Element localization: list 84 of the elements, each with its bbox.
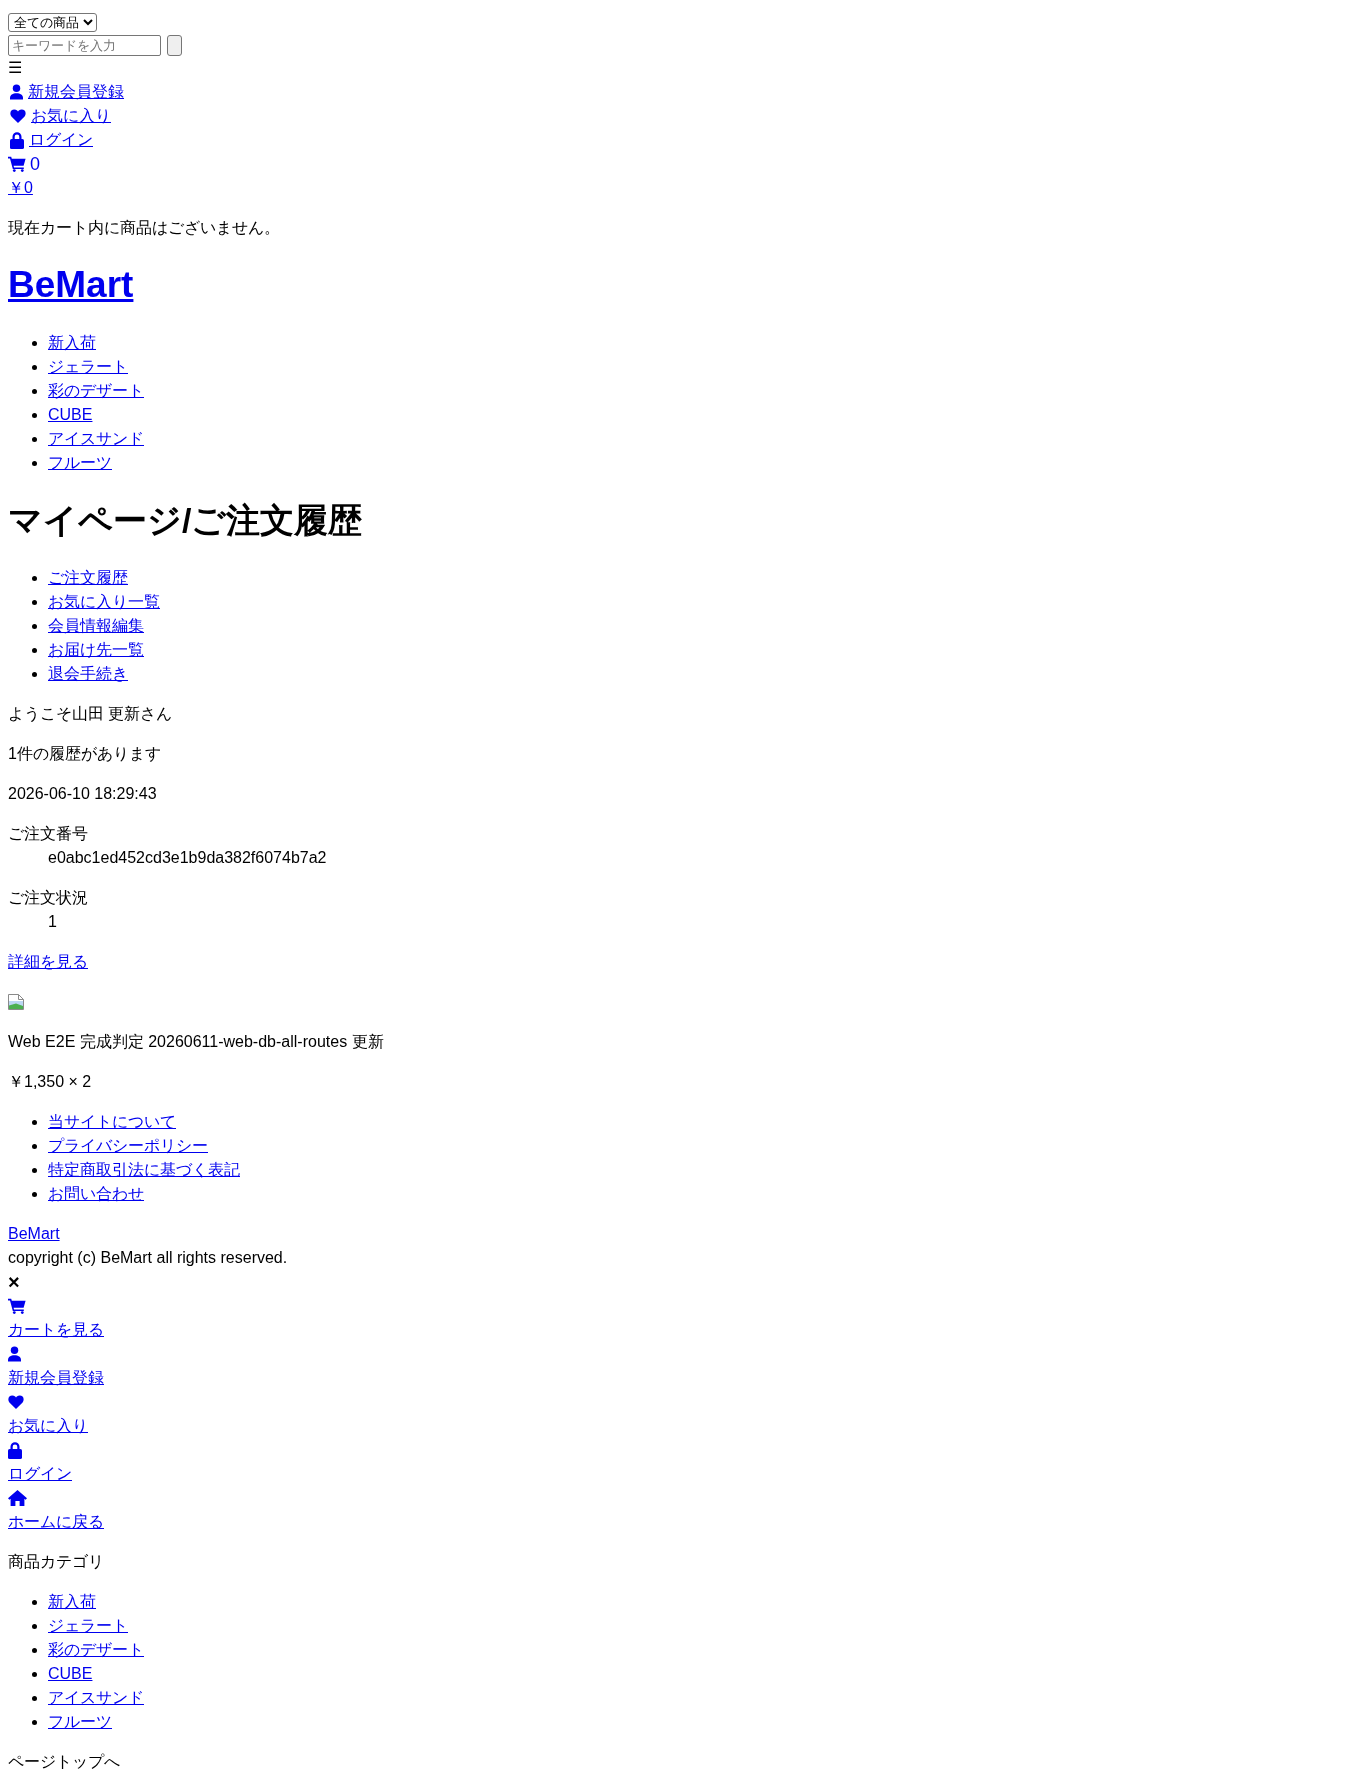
category-link[interactable]: CUBE <box>48 403 93 428</box>
bullet-icon <box>32 1671 37 1677</box>
lock-icon <box>8 1441 22 1459</box>
favorites-link[interactable]: お気に入り <box>8 1390 88 1439</box>
category-link[interactable]: 新入荷 <box>48 1590 96 1615</box>
order-detail-link[interactable]: 詳細を見る <box>8 953 88 971</box>
bullet-icon <box>32 412 37 418</box>
bullet-icon <box>32 436 37 442</box>
mypage-menu-link[interactable]: お気に入り一覧 <box>48 590 160 615</box>
category-link[interactable]: 新入荷 <box>48 331 96 356</box>
bullet-icon <box>32 1191 37 1197</box>
bullet-icon <box>32 1647 37 1653</box>
copyright-text: copyright (c) BeMart all rights reserved. <box>8 1248 288 1269</box>
history-count: 1件の履歴があります <box>8 744 162 765</box>
home-link[interactable]: ホームに戻る <box>8 1486 104 1535</box>
footer-link[interactable]: 当サイトについて <box>48 1110 176 1135</box>
category-link[interactable]: アイスサンド <box>48 427 144 452</box>
mypage-menu-link[interactable]: 会員情報編集 <box>48 614 144 639</box>
category-select[interactable]: 全ての商品 <box>8 13 97 32</box>
page-top-text: ページトップへ <box>8 1752 121 1773</box>
bullet-icon <box>32 1119 37 1125</box>
bullet-icon <box>32 340 37 346</box>
order-detail-label: ご注文状況 <box>8 888 89 909</box>
favorites-link[interactable]: お気に入り <box>8 104 111 128</box>
heart-icon <box>8 1395 24 1410</box>
welcome-message: ようこそ山田 更新さん <box>8 704 174 725</box>
category-heading: 商品カテゴリ <box>8 1552 105 1573</box>
order-detail-value: 1 <box>48 912 58 933</box>
search-button[interactable] <box>167 35 182 56</box>
signup-link[interactable]: 新規会員登録 <box>8 80 124 104</box>
bullet-icon <box>32 1599 37 1605</box>
footer-link[interactable]: 特定商取引法に基づく表記 <box>48 1158 240 1183</box>
page-title: マイページ/ご注文履歴 <box>8 500 364 542</box>
menu-toggle[interactable]: ☰ <box>8 56 23 80</box>
bullet-icon <box>32 364 37 370</box>
lock-icon <box>10 131 24 149</box>
footer-link[interactable]: お問い合わせ <box>48 1182 144 1207</box>
category-link[interactable]: フルーツ <box>48 451 112 476</box>
cart-icon <box>8 1298 26 1315</box>
category-link[interactable]: フルーツ <box>48 1710 112 1735</box>
bullet-icon <box>32 575 37 581</box>
footer-link[interactable]: プライバシーポリシー <box>48 1134 208 1159</box>
broken-image-icon <box>8 994 24 1011</box>
search-field[interactable]: キーワードを入力 <box>8 35 161 56</box>
category-link[interactable]: ジェラート <box>48 355 128 380</box>
bullet-icon <box>32 623 37 629</box>
bullet-icon <box>32 1719 37 1725</box>
cart-total-link[interactable]: ￥0 <box>8 176 33 200</box>
category-link[interactable]: 彩のデザート <box>48 379 144 404</box>
bullet-icon <box>32 671 37 677</box>
view-cart-link[interactable]: カートを見る <box>8 1294 104 1343</box>
mypage-menu-link[interactable]: お届け先一覧 <box>48 638 144 663</box>
bullet-icon <box>32 1167 37 1173</box>
category-link[interactable]: 彩のデザート <box>48 1638 144 1663</box>
drawer-close[interactable]: × <box>8 1270 20 1295</box>
cart-icon <box>8 156 26 172</box>
home-icon <box>8 1490 27 1507</box>
bullet-icon <box>32 1143 37 1149</box>
product-name: Web E2E 完成判定 20260611-web-db-all-routes 更新 <box>8 1032 385 1053</box>
category-link[interactable]: CUBE <box>48 1662 93 1687</box>
order-date: 2026-06-10 18:29:43 <box>8 784 158 805</box>
bullet-icon <box>32 1695 37 1701</box>
person-icon <box>10 84 23 100</box>
signup-link[interactable]: 新規会員登録 <box>8 1342 104 1391</box>
cart-empty-message: 現在カート内に商品はございません。 <box>8 218 281 238</box>
bullet-icon <box>32 1623 37 1629</box>
site-logo-link[interactable]: BeMart <box>8 264 134 305</box>
person-icon <box>8 1346 21 1363</box>
category-link[interactable]: アイスサンド <box>48 1686 144 1711</box>
footer-logo-link[interactable]: BeMart <box>8 1222 60 1247</box>
category-link[interactable]: ジェラート <box>48 1614 128 1639</box>
order-detail-value: e0abc1ed452cd3e1b9da382f6074b7a2 <box>48 848 328 869</box>
heart-icon <box>10 109 26 123</box>
mypage-menu-link[interactable]: ご注文履歴 <box>48 566 128 591</box>
login-link[interactable]: ログイン <box>8 128 93 152</box>
bullet-icon <box>32 460 37 466</box>
cart-link[interactable]: 0 <box>8 152 40 176</box>
mypage-menu-link[interactable]: 退会手続き <box>48 662 128 687</box>
bullet-icon <box>32 599 37 605</box>
bullet-icon <box>32 647 37 653</box>
order-detail-label: ご注文番号 <box>8 824 89 845</box>
bullet-icon <box>32 388 37 394</box>
login-link[interactable]: ログイン <box>8 1438 72 1487</box>
product-price: ￥1,350 × 2 <box>8 1072 93 1093</box>
